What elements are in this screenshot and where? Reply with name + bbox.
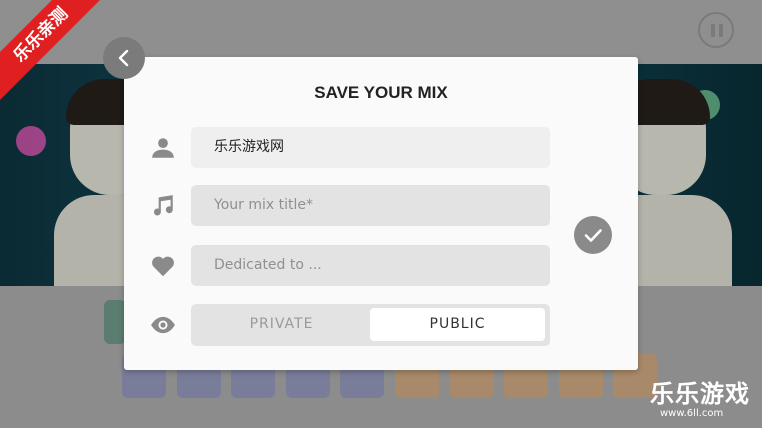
site-watermark: 乐乐游戏 www.6ll.com [650,380,750,420]
eye-icon [151,316,175,334]
save-mix-dialog: SAVE YOUR MIX PRIVATE PUBLIC [124,57,638,370]
visibility-private-option[interactable]: PRIVATE [194,308,369,341]
palette-tile[interactable] [104,300,126,344]
save-confirm-button[interactable] [574,216,612,254]
mix-title-input[interactable] [191,185,550,226]
watermark-title: 乐乐游戏 [650,380,750,408]
visibility-toggle: PRIVATE PUBLIC [191,304,550,346]
decor-bubble [16,126,46,156]
pause-icon [719,24,723,37]
author-name-input[interactable] [191,127,550,168]
heart-icon [152,256,174,277]
music-note-icon [153,195,173,216]
pause-button[interactable] [698,12,734,48]
watermark-url: www.6ll.com [660,408,724,419]
user-icon [152,138,174,158]
dialog-title: SAVE YOUR MIX [314,83,448,102]
dedicated-to-input[interactable] [191,245,550,286]
checkmark-icon [584,229,602,242]
pause-icon [711,24,715,37]
visibility-public-option[interactable]: PUBLIC [370,308,545,341]
chevron-left-icon [118,49,129,67]
back-button[interactable] [103,37,145,79]
